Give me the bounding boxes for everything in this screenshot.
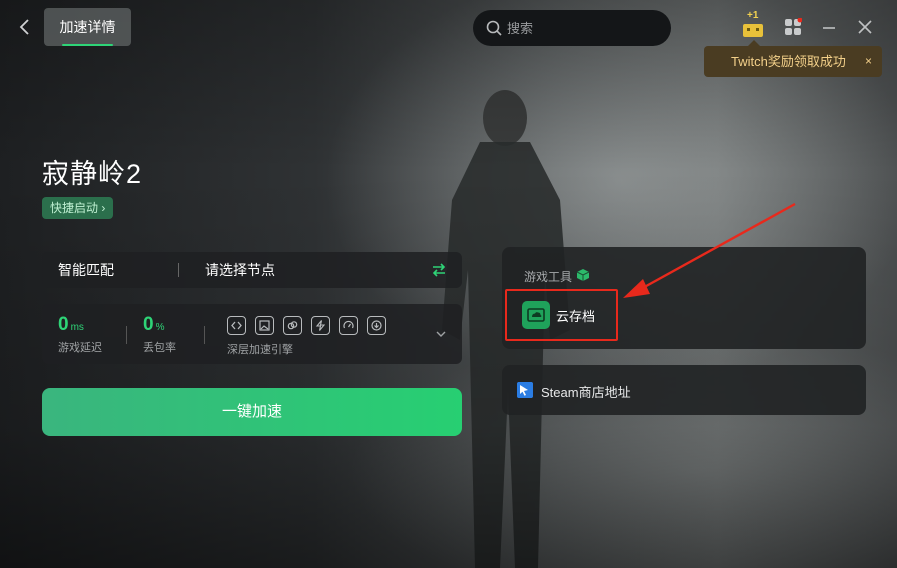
steam-link-icon bbox=[517, 382, 533, 398]
gift-icon bbox=[743, 24, 763, 37]
smart-match-label[interactable]: 智能匹配 bbox=[58, 252, 114, 288]
steam-store-link[interactable]: Steam商店地址 bbox=[502, 365, 866, 415]
toast-message: Twitch奖励领取成功 bbox=[731, 54, 846, 69]
image-icon[interactable] bbox=[255, 316, 274, 335]
one-click-boost-button[interactable]: 一键加速 bbox=[42, 388, 462, 436]
latency-stat: 0 ms 游戏延迟 bbox=[58, 314, 102, 355]
annotation-highlight-box bbox=[505, 289, 618, 341]
minimize-icon[interactable] bbox=[820, 18, 838, 36]
apps-icon[interactable] bbox=[784, 18, 802, 36]
search-box[interactable] bbox=[473, 10, 671, 46]
gauge-icon[interactable] bbox=[339, 316, 358, 335]
steam-store-label: Steam商店地址 bbox=[541, 385, 631, 400]
latency-unit: ms bbox=[70, 322, 84, 333]
search-icon bbox=[486, 20, 502, 36]
cube-icon bbox=[576, 269, 590, 281]
divider bbox=[204, 326, 205, 344]
node-select-label[interactable]: 请选择节点 bbox=[205, 252, 275, 288]
latency-label: 游戏延迟 bbox=[58, 342, 102, 354]
swap-icon[interactable] bbox=[431, 262, 447, 278]
engine-icons bbox=[227, 316, 386, 335]
reward-gift-button[interactable]: +1 bbox=[741, 10, 765, 39]
packet-loss-stat: 0% 丢包率 bbox=[143, 314, 176, 355]
link-icon[interactable] bbox=[283, 316, 302, 335]
download-icon[interactable] bbox=[367, 316, 386, 335]
divider bbox=[178, 263, 179, 277]
code-icon[interactable] bbox=[227, 316, 246, 335]
annotation-arrow bbox=[623, 202, 796, 298]
close-icon[interactable] bbox=[856, 18, 874, 36]
chevron-down-icon[interactable] bbox=[435, 328, 447, 340]
tab-acceleration-details[interactable]: 加速详情 bbox=[44, 8, 131, 46]
toast-close-icon[interactable]: × bbox=[865, 46, 872, 77]
loss-label: 丢包率 bbox=[143, 342, 176, 354]
game-title: 寂静岭2 bbox=[42, 159, 143, 189]
node-selector[interactable]: 智能匹配 请选择节点 bbox=[42, 252, 462, 288]
loss-value: 0 bbox=[143, 314, 154, 335]
loss-unit: % bbox=[155, 322, 165, 333]
back-icon[interactable] bbox=[14, 16, 36, 38]
quick-launch-button[interactable]: 快捷启动 › bbox=[42, 197, 114, 219]
bolt-icon[interactable] bbox=[311, 316, 330, 335]
acceleration-stats: 0 ms 游戏延迟 0% 丢包率 深层加速引擎 bbox=[42, 304, 462, 364]
engine-label: 深层加速引擎 bbox=[227, 344, 293, 356]
latency-value: 0 bbox=[58, 314, 69, 335]
game-tools-header: 游戏工具 bbox=[524, 270, 573, 284]
divider bbox=[126, 326, 127, 344]
reward-toast: Twitch奖励领取成功 × bbox=[704, 40, 882, 77]
search-input[interactable] bbox=[507, 18, 657, 38]
